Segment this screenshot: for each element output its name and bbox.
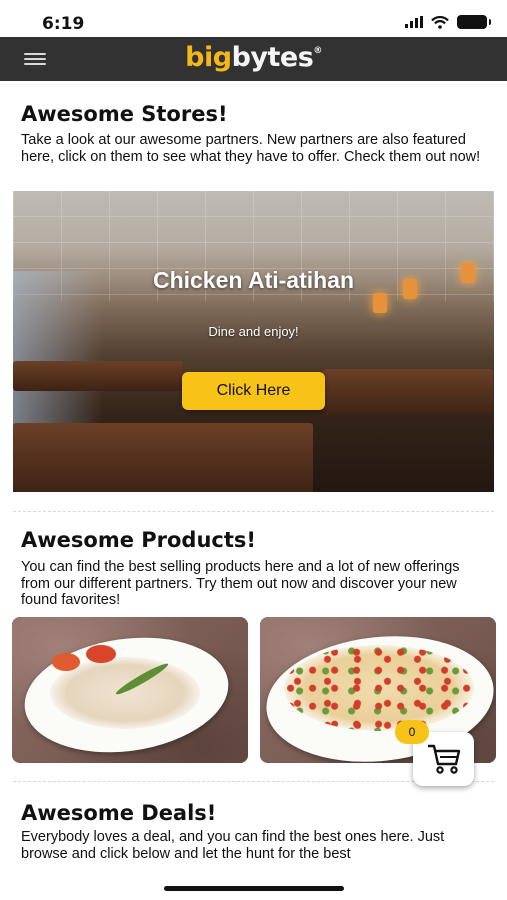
app-header: bigbytes® — [0, 37, 507, 81]
product-card-1[interactable] — [12, 617, 248, 763]
store-name: Chicken Ati-atihan — [152, 267, 355, 293]
deals-section-title: Awesome Deals! — [21, 801, 217, 825]
status-icons — [405, 15, 491, 29]
home-indicator[interactable] — [164, 886, 344, 891]
signal-icon — [405, 16, 423, 28]
bigbytes-logo: bigbytes® — [185, 42, 322, 73]
store-banner[interactable]: Chicken Ati-atihan Dine and enjoy! Click… — [13, 191, 494, 492]
section-divider — [13, 511, 494, 512]
deals-section-description: Everybody loves a deal, and you can find… — [21, 829, 445, 862]
wifi-icon — [431, 15, 449, 29]
status-time: 6:19 — [42, 14, 85, 34]
stores-section-title: Awesome Stores! — [21, 102, 228, 126]
cart-count-badge: 0 — [395, 720, 429, 744]
stores-section-description: Take a look at our awesome partners. New… — [21, 132, 481, 165]
store-tagline: Dine and enjoy! — [208, 324, 299, 339]
click-here-button[interactable]: Click Here — [182, 372, 325, 410]
products-section-description: You can find the best selling products h… — [21, 559, 460, 608]
battery-icon — [457, 15, 491, 29]
shopping-cart-icon — [428, 744, 461, 774]
products-section-title: Awesome Products! — [21, 528, 256, 552]
status-bar: 6:19 — [0, 0, 507, 37]
